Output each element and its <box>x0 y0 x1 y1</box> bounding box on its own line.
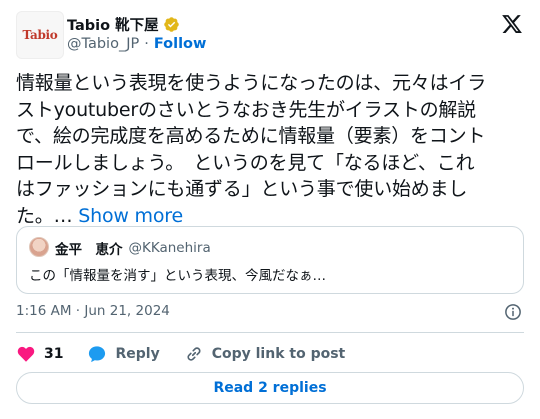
verified-badge-icon <box>163 17 179 32</box>
quoted-author-avatar <box>29 237 49 257</box>
separator-dot: · <box>144 36 149 52</box>
action-bar: 31 Reply Copy link to post <box>16 342 369 366</box>
post-text-line: で、絵の完成度を高めるために情報量（要素）をコント <box>16 125 486 147</box>
reply-bubble-icon <box>89 346 106 363</box>
heart-icon <box>17 346 35 362</box>
author-name[interactable]: Tabio 靴下屋 <box>67 14 159 35</box>
author-handle[interactable]: @Tabio_JP <box>67 36 139 52</box>
info-icon[interactable] <box>504 303 522 321</box>
copy-link-label: Copy link to post <box>211 346 346 362</box>
author-avatar[interactable]: Tabio <box>16 11 64 59</box>
author-avatar-logo: Tabio <box>22 28 58 42</box>
reply-button[interactable]: Reply <box>87 344 160 364</box>
author-name-row: Tabio 靴下屋 <box>67 14 180 35</box>
post-text-line: ストyoutuberのさいとうなおき先生がイラストの解説 <box>16 98 476 121</box>
quoted-author-handle: @KKanehira <box>128 240 211 256</box>
divider <box>16 332 524 333</box>
like-button[interactable]: 31 <box>16 344 63 364</box>
follow-button[interactable]: Follow <box>154 36 207 52</box>
quoted-post[interactable]: 金平 恵介 @KKanehira この「情報量を消す」という表現、今風だなぁ… <box>16 226 524 294</box>
post-text-line: はファッションにも通ずる」という事で使い始めまし <box>16 178 468 200</box>
post-text-line: 情報量という表現を使うようになったのは、元々はイラ <box>16 72 487 94</box>
quoted-author-name: 金平 恵介 <box>55 242 123 258</box>
show-more-link[interactable]: Show more <box>78 205 183 227</box>
x-logo-icon[interactable] <box>501 13 523 35</box>
author-handle-row: @Tabio_JP · Follow <box>67 36 206 52</box>
link-icon <box>187 347 201 361</box>
read-replies-button[interactable]: Read 2 replies <box>16 372 524 404</box>
post-timestamp[interactable]: 1:16 AM · Jun 21, 2024 <box>16 303 170 319</box>
post-text-truncated: た。… <box>16 204 73 227</box>
copy-link-button[interactable]: Copy link to post <box>184 344 346 364</box>
post-text-line: ロールしましょう。 というのを見て「なるほど、これ <box>16 151 475 174</box>
embedded-post: Tabio Tabio 靴下屋 @Tabio_JP · Follow 情報量とい… <box>0 0 540 419</box>
quoted-post-text: この「情報量を消す」という表現、今風だなぁ… <box>29 268 326 284</box>
post-text: 情報量という表現を使うようになったのは、元々はイラ ストyoutuberのさいと… <box>16 70 528 229</box>
like-count: 31 <box>44 346 64 362</box>
reply-label: Reply <box>115 346 160 362</box>
quoted-author-row: 金平 恵介 @KKanehira <box>55 238 211 258</box>
